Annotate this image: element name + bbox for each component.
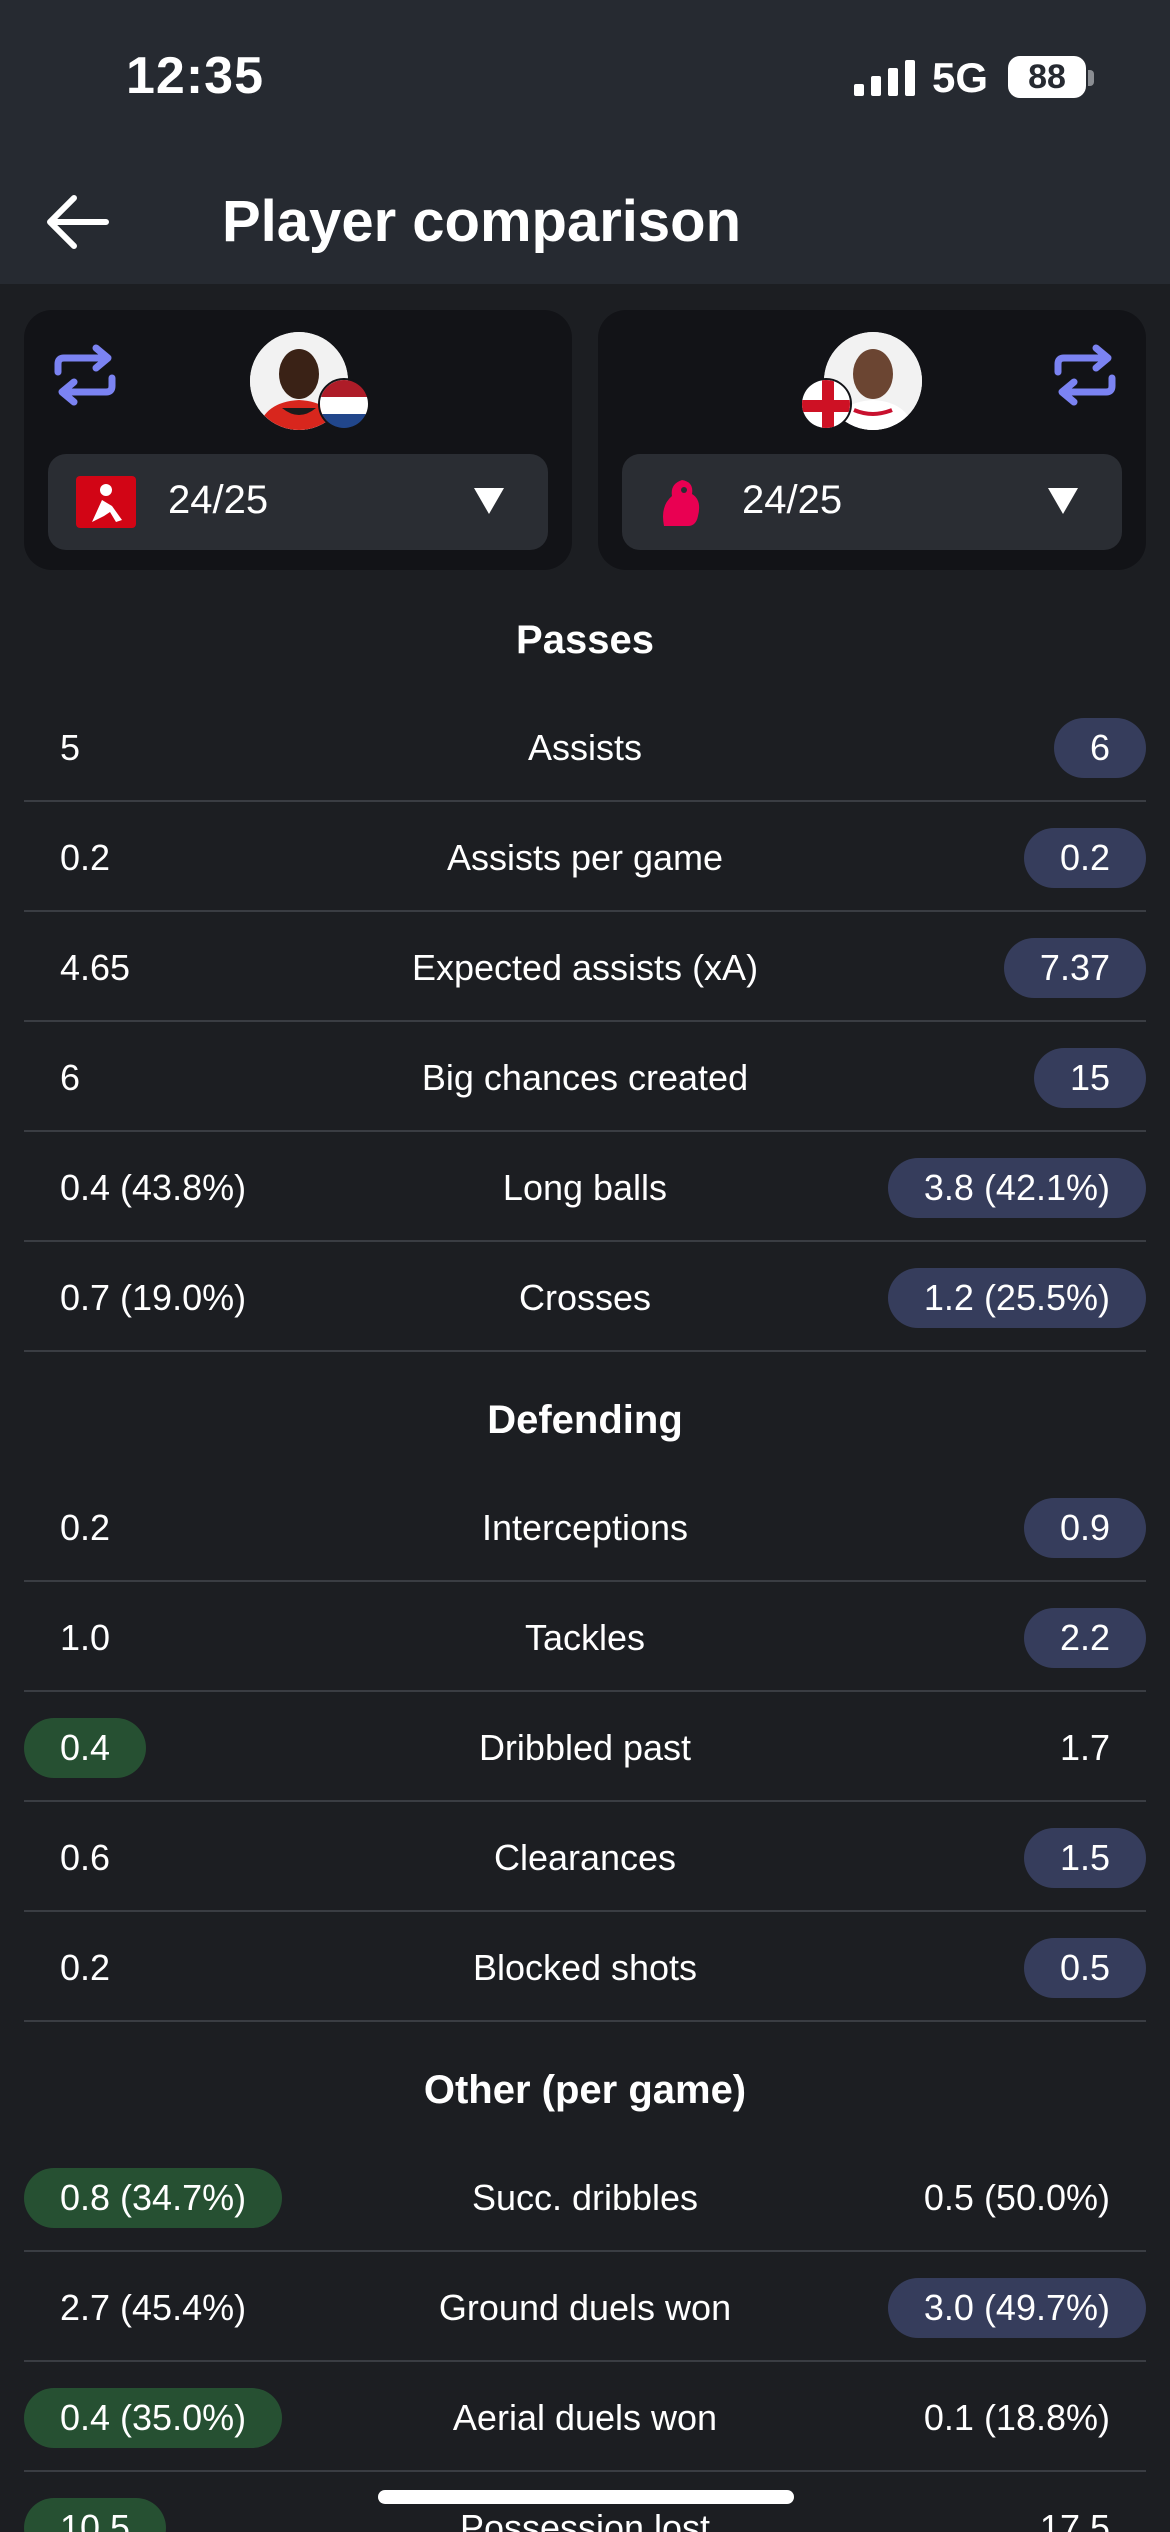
page-title: Player comparison (222, 189, 741, 254)
stat-row-long-balls: 0.4 (43.8%) Long balls 3.8 (42.1%) (24, 1132, 1146, 1242)
season-value-left: 24/25 (168, 478, 269, 522)
stat-right-value: 1.7 (1059, 1727, 1110, 1768)
stat-label: Expected assists (xA) (411, 947, 759, 988)
swap-player-icon[interactable] (50, 340, 120, 410)
stat-label: Big chances created (421, 1057, 749, 1098)
stat-row-successful-dribbles: 0.8 (34.7%) Succ. dribbles 0.5 (50.0%) (24, 2142, 1146, 2252)
stat-right-value: 7.37 (1003, 938, 1146, 998)
stat-row-clearances: 0.6 Clearances 1.5 (24, 1802, 1146, 1912)
section-title-defending: Defending (487, 1398, 683, 1442)
stat-row-big-chances-created: 6 Big chances created 15 (24, 1022, 1146, 1132)
season-value-right: 24/25 (742, 478, 843, 522)
bundesliga-logo-icon (76, 476, 136, 528)
battery-icon: 88 (1008, 56, 1086, 98)
stat-right-value: 3.0 (49.7%) (887, 2278, 1146, 2338)
battery-cap (1088, 70, 1094, 86)
stat-row-assists-per-game: 0.2 Assists per game 0.2 (24, 802, 1146, 912)
stat-row-aerial-duels-won: 0.4 (35.0%) Aerial duels won 0.1 (18.8%) (24, 2362, 1146, 2472)
network-type: 5G (932, 54, 989, 101)
back-arrow-icon[interactable] (40, 182, 120, 262)
swap-player-icon[interactable] (1050, 340, 1120, 410)
stat-row-dribbled-past: 0.4 Dribbled past 1.7 (24, 1692, 1146, 1802)
stat-row-tackles: 1.0 Tackles 2.2 (24, 1582, 1146, 1692)
stat-right-value: 1.2 (25.5%) (887, 1268, 1146, 1328)
stat-right-value: 1.5 (1023, 1828, 1146, 1888)
cellular-signal-icon (854, 60, 915, 96)
premier-league-logo-icon (663, 480, 700, 526)
home-indicator[interactable] (378, 2490, 794, 2504)
stat-row-interceptions: 0.2 Interceptions 0.9 (24, 1472, 1146, 1582)
stat-label: Dribbled past (478, 1727, 692, 1768)
stat-label: Interceptions (481, 1507, 689, 1548)
section-title-passes: Passes (516, 618, 654, 662)
stat-right-value: 0.5 (50.0%) (923, 2177, 1110, 2218)
stat-label: Tackles (524, 1617, 646, 1658)
player-card-right: 24/25 (598, 310, 1146, 570)
stat-label: Clearances (493, 1837, 677, 1878)
player-card-left: 24/25 (24, 310, 572, 570)
app-header: Player comparison (0, 160, 1170, 284)
stat-right-value: 0.2 (1023, 828, 1146, 888)
stat-row-ground-duels-won: 2.7 (45.4%) Ground duels won 3.0 (49.7%) (24, 2252, 1146, 2362)
chevron-down-icon (1048, 488, 1078, 514)
section-title-other: Other (per game) (423, 2068, 747, 2112)
stat-label: Assists per game (446, 837, 724, 878)
chevron-down-icon (474, 488, 504, 514)
stat-row-blocked-shots: 0.2 Blocked shots 0.5 (24, 1912, 1146, 2022)
stat-row-expected-assists: 4.65 Expected assists (xA) 7.37 (24, 912, 1146, 1022)
stat-right-value: 2.2 (1023, 1608, 1146, 1668)
stat-right-value: 17.5 (1039, 2507, 1110, 2532)
stat-right-value: 0.9 (1023, 1498, 1146, 1558)
stat-right-value: 0.5 (1023, 1938, 1146, 1998)
status-time: 12:35 (126, 47, 264, 105)
netherlands-flag-icon (318, 378, 370, 430)
stat-label: Blocked shots (472, 1947, 698, 1988)
status-bar: 12:35 5G 88 (0, 0, 1170, 160)
stat-right-value: 15 (1033, 1048, 1146, 1108)
season-dropdown-left[interactable]: 24/25 (48, 454, 548, 550)
england-flag-icon (800, 378, 852, 430)
stat-right-value: 6 (1053, 718, 1146, 778)
stat-row-crosses: 0.7 (19.0%) Crosses 1.2 (25.5%) (24, 1242, 1146, 1352)
stat-right-value: 0.1 (18.8%) (923, 2397, 1110, 2438)
stat-label: Assists (527, 727, 642, 768)
season-dropdown-right[interactable]: 24/25 (622, 454, 1122, 550)
stat-right-value: 3.8 (42.1%) (887, 1158, 1146, 1218)
stat-row-assists: 5 Assists 6 (24, 692, 1146, 802)
